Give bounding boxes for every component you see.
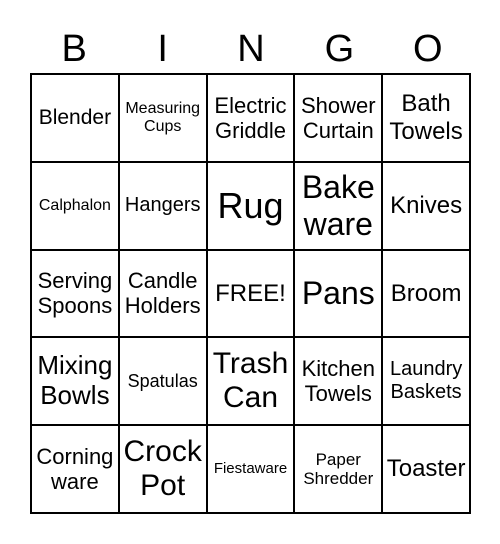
bingo-cell[interactable]: Shower Curtain xyxy=(294,74,383,162)
bingo-cell-label: Hangers xyxy=(124,194,201,217)
bingo-cell[interactable]: Crock Pot xyxy=(118,425,207,513)
header-letter-b: B xyxy=(61,28,87,70)
bingo-cell[interactable]: FREE! xyxy=(206,249,295,338)
header-letter-n: N xyxy=(237,28,265,70)
bingo-cell-label: Corning ware xyxy=(36,443,114,495)
bingo-cell-label: Electric Griddle xyxy=(214,92,287,143)
bingo-cell-label: Blender xyxy=(38,105,112,129)
bingo-cell-label: Crock Pot xyxy=(123,434,202,503)
bingo-cell[interactable]: Bath Towels xyxy=(382,74,470,162)
bingo-cell[interactable]: Serving Spoons xyxy=(31,249,119,338)
bingo-cell-label: Rug xyxy=(217,185,284,226)
bingo-cell[interactable]: Pans xyxy=(294,249,383,338)
bingo-cell[interactable]: Laundry Baskets xyxy=(382,337,470,426)
bingo-cell-label: FREE! xyxy=(215,279,286,307)
bingo-cell[interactable]: Toaster xyxy=(382,425,470,513)
bingo-cell-label: Fiestaware xyxy=(213,460,288,478)
bingo-cell-label: Broom xyxy=(390,279,462,307)
bingo-cell[interactable]: Blender xyxy=(31,74,119,162)
bingo-cell-label: Laundry Baskets xyxy=(389,358,463,404)
bingo-cell[interactable]: Measuring Cups xyxy=(118,74,207,162)
bingo-cell[interactable]: Spatulas xyxy=(118,337,207,426)
bingo-cell[interactable]: Corning ware xyxy=(31,425,119,513)
header-letter-g: G xyxy=(324,28,355,70)
bingo-grid: Blender Measuring Cups Electric Griddle Sho… xyxy=(30,73,471,514)
bingo-cell-label: Mixing Bowls xyxy=(37,350,113,411)
bingo-cell[interactable]: Fiestaware xyxy=(206,425,295,513)
bingo-cell-label: Kitchen Towels xyxy=(301,355,375,407)
bingo-cell[interactable]: Hangers xyxy=(118,161,207,250)
bingo-cell-label: Bake ware xyxy=(301,168,375,242)
bingo-cell-label: Serving Spoons xyxy=(37,268,113,319)
header-letter-i: I xyxy=(157,28,168,70)
bingo-cell-label: Trash Can xyxy=(212,346,289,415)
bingo-cell[interactable]: Knives xyxy=(382,161,470,250)
bingo-cell[interactable]: Broom xyxy=(382,249,470,338)
bingo-cell-label: Paper Shredder xyxy=(303,449,374,489)
bingo-header: B I N G O xyxy=(30,26,472,72)
bingo-cell[interactable]: Bake ware xyxy=(294,161,383,250)
bingo-cell-label: Knives xyxy=(390,191,463,219)
bingo-cell-label: Bath Towels xyxy=(389,90,463,145)
bingo-cell-label: Shower Curtain xyxy=(300,92,376,143)
bingo-cell-label: Calphalon xyxy=(38,196,111,214)
header-letter-o: O xyxy=(413,28,443,70)
bingo-cell[interactable]: Calphalon xyxy=(31,161,119,250)
bingo-cell[interactable]: Candle Holders xyxy=(118,249,207,338)
bingo-cell[interactable]: Electric Griddle xyxy=(206,74,295,162)
bingo-cell[interactable]: Mixing Bowls xyxy=(31,337,119,426)
bingo-cell-label: Spatulas xyxy=(127,370,198,391)
bingo-cell-label: Pans xyxy=(301,275,375,312)
bingo-cell-label: Toaster xyxy=(386,455,466,483)
bingo-cell[interactable]: Kitchen Towels xyxy=(294,337,383,426)
bingo-cell[interactable]: Paper Shredder xyxy=(294,425,383,513)
bingo-cell-label: Measuring Cups xyxy=(125,99,201,135)
bingo-cell[interactable]: Trash Can xyxy=(206,337,295,426)
bingo-cell[interactable]: Rug xyxy=(206,161,295,250)
bingo-cell-label: Candle Holders xyxy=(124,268,201,319)
